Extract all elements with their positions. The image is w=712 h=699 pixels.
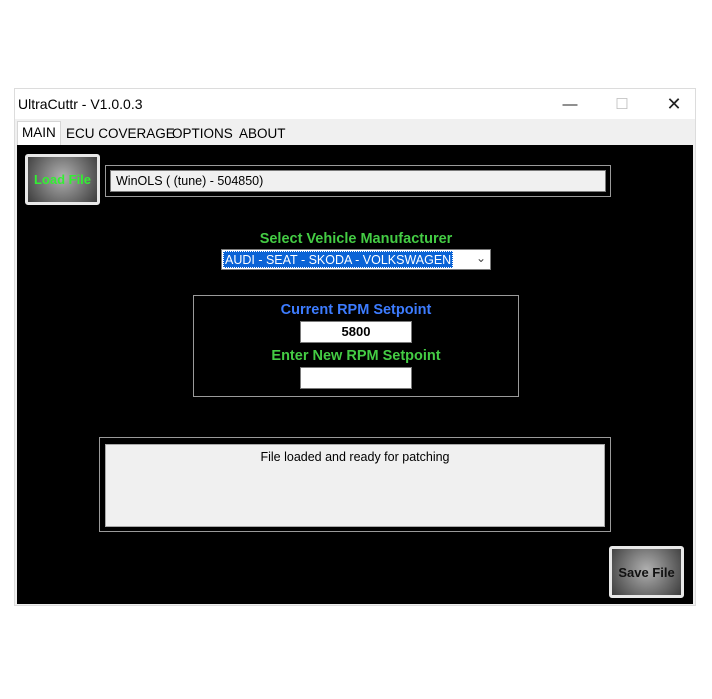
close-button[interactable]: ✕	[651, 89, 697, 119]
tab-main[interactable]: MAIN	[17, 121, 61, 145]
minimize-button[interactable]: —	[547, 89, 593, 119]
manufacturer-selected-value: AUDI - SEAT - SKODA - VOLKSWAGEN	[223, 251, 454, 268]
rpm-group: Current RPM Setpoint 5800 Enter New RPM …	[193, 295, 519, 397]
title-bar: UltraCuttr - V1.0.0.3 — ☐ ✕	[15, 89, 695, 119]
chevron-down-icon[interactable]: ⌄	[476, 251, 486, 265]
manufacturer-select[interactable]: AUDI - SEAT - SKODA - VOLKSWAGEN ⌄	[221, 249, 491, 270]
maximize-button[interactable]: ☐	[599, 89, 645, 119]
main-panel: Load File WinOLS ( (tune) - 504850) Sele…	[17, 145, 693, 604]
current-rpm-label: Current RPM Setpoint	[280, 302, 432, 318]
load-file-button[interactable]: Load File	[25, 154, 100, 205]
window-title: UltraCuttr - V1.0.0.3	[18, 96, 143, 112]
manufacturer-label: Select Vehicle Manufacturer	[259, 231, 453, 247]
status-message: File loaded and ready for patching	[105, 444, 605, 527]
current-rpm-field[interactable]: 5800	[300, 321, 412, 343]
new-rpm-label: Enter New RPM Setpoint	[271, 348, 441, 364]
tab-strip: MAIN ECU COVERAGE OPTIONS ABOUT	[15, 119, 695, 145]
status-group: File loaded and ready for patching	[99, 437, 611, 532]
save-file-button[interactable]: Save File	[609, 546, 684, 598]
tab-about[interactable]: ABOUT	[235, 123, 290, 145]
new-rpm-input[interactable]	[300, 367, 412, 389]
tab-ecu-coverage[interactable]: ECU COVERAGE	[62, 123, 179, 145]
file-group: WinOLS ( (tune) - 504850)	[105, 165, 611, 197]
app-window: UltraCuttr - V1.0.0.3 — ☐ ✕ MAIN ECU COV…	[14, 88, 696, 606]
tab-options[interactable]: OPTIONS	[168, 123, 237, 145]
file-name-field[interactable]: WinOLS ( (tune) - 504850)	[110, 170, 606, 192]
